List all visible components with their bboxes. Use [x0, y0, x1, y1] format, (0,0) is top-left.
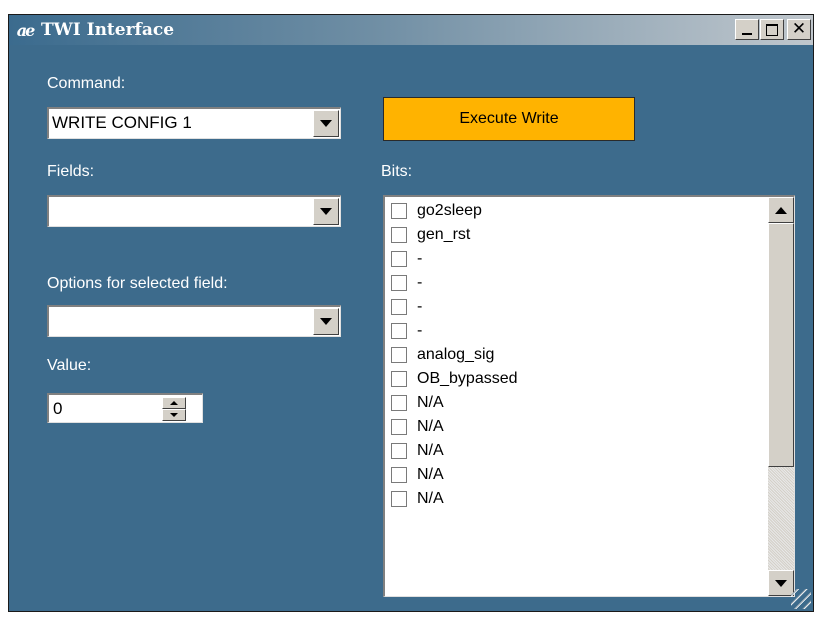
bit-checkbox[interactable] — [391, 419, 407, 435]
chevron-down-icon — [320, 120, 332, 127]
command-dropdown-value: WRITE CONFIG 1 — [52, 113, 192, 132]
bit-checkbox[interactable] — [391, 227, 407, 243]
stepper-up-button[interactable] — [162, 397, 186, 409]
options-dropdown-arrow[interactable] — [313, 308, 339, 335]
arrow-down-icon — [170, 413, 178, 417]
bits-items: go2sleep gen_rst - - - - analog_sig OB_bypassed… — [391, 199, 518, 511]
bit-item[interactable]: gen_rst — [391, 223, 518, 247]
bit-checkbox[interactable] — [391, 347, 407, 363]
bits-label: Bits: — [381, 163, 413, 180]
bit-label: go2sleep — [417, 202, 482, 219]
bit-checkbox[interactable] — [391, 299, 407, 315]
bit-label: OB_bypassed — [417, 370, 518, 387]
bit-item[interactable]: N/A — [391, 391, 518, 415]
options-dropdown[interactable] — [47, 305, 341, 337]
close-button[interactable]: ✕ — [787, 19, 811, 40]
options-label: Options for selected field: — [47, 275, 228, 292]
bit-item[interactable]: - — [391, 295, 518, 319]
bit-label: N/A — [417, 442, 444, 459]
twi-interface-window: ae TWI Interface ✕ Command: WRITE CONFIG… — [8, 14, 814, 612]
title-bar[interactable]: ae TWI Interface ✕ — [9, 15, 813, 45]
stepper-down-button[interactable] — [162, 409, 186, 421]
bit-label: N/A — [417, 418, 444, 435]
value-stepper-value: 0 — [53, 399, 63, 418]
bit-label: N/A — [417, 394, 444, 411]
bit-label: - — [417, 322, 423, 339]
bit-label: - — [417, 298, 423, 315]
fields-dropdown[interactable] — [47, 195, 341, 227]
bit-item[interactable]: - — [391, 271, 518, 295]
fields-dropdown-arrow[interactable] — [313, 198, 339, 225]
command-label: Command: — [47, 75, 126, 92]
bit-checkbox[interactable] — [391, 323, 407, 339]
bit-item[interactable]: - — [391, 247, 518, 271]
bit-checkbox[interactable] — [391, 395, 407, 411]
chevron-down-icon — [320, 208, 332, 215]
bits-checklist[interactable]: go2sleep gen_rst - - - - analog_sig OB_bypassed… — [383, 195, 795, 597]
arrow-down-icon — [775, 579, 787, 587]
bit-label: - — [417, 274, 423, 291]
arrow-up-icon — [170, 401, 178, 405]
bit-checkbox[interactable] — [391, 251, 407, 267]
bit-checkbox[interactable] — [391, 467, 407, 483]
chevron-down-icon — [320, 318, 332, 325]
scroll-up-button[interactable] — [768, 197, 794, 223]
bit-checkbox[interactable] — [391, 275, 407, 291]
command-dropdown-arrow[interactable] — [313, 110, 339, 137]
value-stepper[interactable]: 0 — [47, 393, 203, 423]
minimize-button[interactable] — [735, 19, 759, 40]
execute-write-button[interactable]: Execute Write — [383, 97, 635, 141]
fields-label: Fields: — [47, 163, 95, 180]
bit-label: N/A — [417, 466, 444, 483]
bit-item[interactable]: N/A — [391, 415, 518, 439]
bit-item[interactable]: OB_bypassed — [391, 367, 518, 391]
window-title: TWI Interface — [41, 20, 175, 40]
scroll-thumb[interactable] — [768, 223, 794, 467]
bit-item[interactable]: N/A — [391, 439, 518, 463]
bit-checkbox[interactable] — [391, 203, 407, 219]
bit-label: analog_sig — [417, 346, 495, 363]
arrow-up-icon — [775, 206, 787, 214]
bit-item[interactable]: analog_sig — [391, 343, 518, 367]
bits-scrollbar[interactable] — [768, 197, 794, 596]
bit-checkbox[interactable] — [391, 491, 407, 507]
bit-label: gen_rst — [417, 226, 471, 243]
bit-label: N/A — [417, 490, 444, 507]
bit-item[interactable]: - — [391, 319, 518, 343]
bit-item[interactable]: N/A — [391, 487, 518, 511]
bit-checkbox[interactable] — [391, 371, 407, 387]
title-buttons: ✕ — [735, 19, 811, 40]
command-dropdown[interactable]: WRITE CONFIG 1 — [47, 107, 341, 139]
resize-grip[interactable] — [791, 589, 811, 609]
value-label: Value: — [47, 357, 92, 374]
stepper-buttons — [162, 397, 186, 421]
bit-checkbox[interactable] — [391, 443, 407, 459]
maximize-button[interactable] — [760, 19, 784, 40]
ae-logo-icon: ae — [16, 20, 36, 40]
bit-item[interactable]: N/A — [391, 463, 518, 487]
bit-label: - — [417, 250, 423, 267]
bit-item[interactable]: go2sleep — [391, 199, 518, 223]
